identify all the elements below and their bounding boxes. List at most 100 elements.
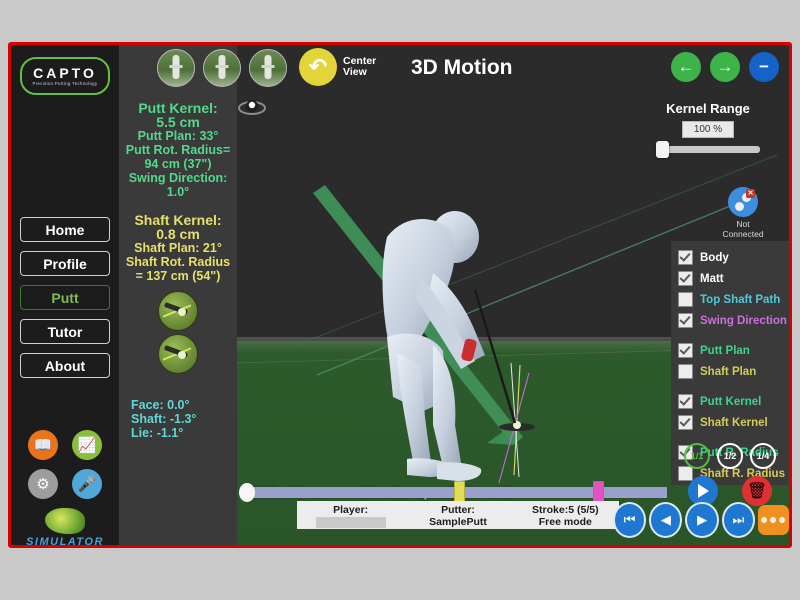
chart-icon[interactable]: 📈 <box>72 430 102 460</box>
layer-checkbox-swing-direction[interactable] <box>678 313 693 328</box>
layer-row-putt-kernel[interactable]: Putt Kernel <box>671 391 789 412</box>
sidebar-item-about[interactable]: About <box>20 353 110 378</box>
shaft-rot-radius-label: Shaft Rot. Radius <box>125 255 231 269</box>
layer-checkbox-shaft-kernel[interactable] <box>678 415 693 430</box>
swing-direction-value: 1.0° <box>166 185 190 199</box>
step-back-icon[interactable]: ◀ <box>649 502 683 538</box>
putter-value: SamplePutt <box>429 516 487 528</box>
stroke-mode: Free mode <box>538 516 592 528</box>
next-stroke-button[interactable]: → <box>710 52 740 82</box>
player-label: Player: <box>333 504 369 516</box>
layer-label-body: Body <box>700 251 729 264</box>
metrics-panel: Putt Kernel: 5.5 cm Putt Plan: 33° Putt … <box>119 45 237 545</box>
simulator-label: SIMULATOR <box>26 536 104 545</box>
putt-rot-radius-value: 94 cm (37") <box>144 157 212 171</box>
swing-direction-label: Swing Direction: <box>128 171 228 185</box>
brand-name: CAPTO <box>33 64 97 81</box>
session-info-bar: Player: Putter: SamplePutt Stroke:5 (5/5… <box>297 501 619 529</box>
shaft-metrics-group: Shaft Kernel: 0.8 cm Shaft Plan: 21° Sha… <box>119 213 237 283</box>
putter-cell: Putter: SamplePutt <box>404 501 511 529</box>
layer-row-swing-direction[interactable]: Swing Direction <box>671 310 789 331</box>
putt-rot-radius-label: Putt Rot. Radius= <box>125 143 231 157</box>
player-cell: Player: <box>297 501 404 529</box>
layer-label-shaft-plan: Shaft Plan <box>700 365 757 378</box>
kernel-range-slider-handle[interactable] <box>656 141 669 158</box>
play-icon[interactable]: ▶ <box>685 502 719 538</box>
front-view-icon[interactable] <box>157 49 195 87</box>
application-inner: CAPTO Precision Putting Technology Home … <box>11 45 789 545</box>
application-window: CAPTO Precision Putting Technology Home … <box>8 42 792 548</box>
layer-checkbox-body[interactable] <box>678 250 693 265</box>
layer-checkbox-putt-kernel[interactable] <box>678 394 693 409</box>
lie-angle: Lie: -1.1° <box>131 426 184 440</box>
more-options-button[interactable] <box>757 505 789 535</box>
putt-metrics-group: Putt Kernel: 5.5 cm Putt Plan: 33° Putt … <box>119 101 237 199</box>
connection-status-line1: Not <box>736 219 750 229</box>
layer-row-body[interactable]: Body <box>671 247 789 268</box>
layer-row-shaft-plan[interactable]: Shaft Plan <box>671 361 789 382</box>
layer-label-putt-plan: Putt Plan <box>700 344 750 357</box>
speed-button-1-2[interactable]: 1/2 <box>717 443 743 469</box>
kernel-range-slider[interactable] <box>656 141 760 158</box>
putt-kernel-label: Putt Kernel: <box>138 100 218 116</box>
capto-logo: CAPTO Precision Putting Technology <box>20 57 110 95</box>
previous-stroke-button[interactable]: ← <box>671 52 701 82</box>
speed-button-1-1[interactable]: 1/1 <box>684 443 710 469</box>
left-sidebar: CAPTO Precision Putting Technology Home … <box>11 45 119 545</box>
delete-button[interactable]: 🗑 <box>742 476 772 506</box>
angle-metrics-group: Face: 0.0° Shaft: -1.3° Lie: -1.1° <box>119 398 237 440</box>
center-view-label-line2: View <box>343 66 367 78</box>
simulator-logo-blob <box>45 508 85 534</box>
layer-checkbox-matt[interactable] <box>678 271 693 286</box>
brand-tagline: Precision Putting Technology <box>32 80 98 86</box>
kernel-range-value: 100 % <box>682 121 734 138</box>
side-view-icon[interactable] <box>203 49 241 87</box>
microphone-icon[interactable]: 🎤 <box>72 469 102 499</box>
layer-row-top-shaft-path[interactable]: Top Shaft Path <box>671 289 789 310</box>
sidebar-icon-grid: 📖 📈 ⚙ 🎤 SIMULATOR PRECISION ingegneria p… <box>11 430 119 545</box>
skip-forward-icon[interactable]: ⏭ <box>721 502 755 538</box>
layer-label-matt: Matt <box>700 272 724 285</box>
playback-controls: 1/1 1/2 1/4 🗑 <box>671 441 789 506</box>
shaft-rot-radius-value: = 137 cm (54") <box>135 269 221 283</box>
connection-status[interactable]: ✕ Not Connected <box>713 187 773 239</box>
layer-label-swing-direction: Swing Direction <box>700 314 787 327</box>
shaft-plan: Shaft Plan: 21° <box>134 241 222 255</box>
page-title: 3D Motion <box>411 56 513 79</box>
timeline-slider[interactable] <box>237 481 671 506</box>
center-view-button[interactable]: ↶ <box>299 48 337 86</box>
orbit-camera-icon[interactable] <box>237 97 267 119</box>
shaft-angle: Shaft: -1.3° <box>131 412 197 426</box>
layer-checkbox-shaft-plan[interactable] <box>678 364 693 379</box>
shaft-kernel-thumbnail[interactable] <box>158 334 198 374</box>
kernel-thumbnails <box>119 291 237 374</box>
skip-back-icon[interactable]: ⏮ <box>613 502 647 538</box>
layer-label-top-shaft-path: Top Shaft Path <box>700 293 781 306</box>
player-input[interactable] <box>315 517 386 528</box>
timeline-handle[interactable] <box>239 483 255 502</box>
sidebar-item-putt[interactable]: Putt <box>20 285 110 310</box>
layer-row-shaft-kernel[interactable]: Shaft Kernel <box>671 412 789 433</box>
putter-label: Putter: <box>441 504 475 516</box>
book-icon[interactable]: 📖 <box>28 430 58 460</box>
connection-status-line2: Connected <box>722 229 764 239</box>
bluetooth-device-icon: ✕ <box>728 187 758 217</box>
putt-kernel-thumbnail[interactable] <box>158 291 198 331</box>
back-view-icon[interactable] <box>249 49 287 87</box>
layer-row-putt-plan[interactable]: Putt Plan <box>671 340 789 361</box>
minimize-button[interactable]: − <box>749 52 779 82</box>
layer-row-matt[interactable]: Matt <box>671 268 789 289</box>
sidebar-item-profile[interactable]: Profile <box>20 251 110 276</box>
sidebar-item-home[interactable]: Home <box>20 217 110 242</box>
sidebar-nav: Home Profile Putt Tutor About <box>11 217 119 387</box>
layer-label-putt-kernel: Putt Kernel <box>700 395 762 408</box>
top-toolbar: ↶ Center View 3D Motion ← → − <box>119 45 789 115</box>
gear-icon[interactable]: ⚙ <box>28 469 58 499</box>
speed-button-1-4[interactable]: 1/4 <box>750 443 776 469</box>
layer-checkbox-putt-plan[interactable] <box>678 343 693 358</box>
transport-controls: ⏮ ◀ ▶ ⏭ <box>613 502 789 538</box>
layer-checkbox-top-shaft-path[interactable] <box>678 292 693 307</box>
kernel-range-control: Kernel Range 100 % ✕ Not Connected <box>627 91 789 241</box>
layer-label-shaft-kernel: Shaft Kernel <box>700 416 768 429</box>
sidebar-item-tutor[interactable]: Tutor <box>20 319 110 344</box>
